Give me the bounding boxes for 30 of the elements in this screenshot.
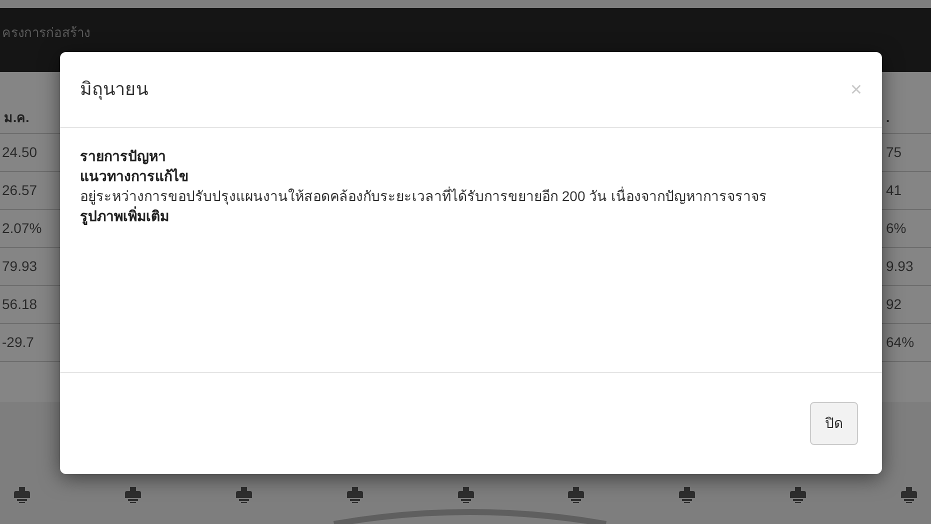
table-cell-text: 2.07% [2,219,42,238]
table-cell-text: 64% [886,333,914,352]
section-heading: รูปภาพเพิ่มเติม [80,206,170,226]
printer-icon[interactable] [236,486,252,504]
table-cell-text: 79.93 [2,257,38,276]
table-cell-text: 24.50 [2,143,38,162]
section-text: อยู่ระหว่างการขอปรับปรุงแผนงานให้สอดคล้องกับระยะเวลาที่ได้รับการขยายอีก 200 วัน เนื่องจากปัญหาการจราจร [80,186,768,206]
table-cell-text: 92 [886,295,902,314]
table-cell-text: -29.7 [2,333,34,352]
printer-icon[interactable] [679,486,696,504]
column-heading: . [886,108,890,126]
printer-icon[interactable] [790,486,806,504]
printer-icon[interactable] [14,486,30,504]
table-cell-text: 9.93 [886,257,914,276]
header-title: ครงการก่อสร้าง [2,24,90,42]
modal-title: มิถุนายน [80,78,148,102]
table-cell-text: 41 [886,181,902,200]
table-cell-text: 75 [886,143,902,162]
printer-icon[interactable] [568,486,584,504]
close-modal-button[interactable]: ปิด [810,402,858,445]
printer-icon[interactable] [458,486,474,504]
section-heading: แนวทางการแก้ไข [80,167,190,186]
table-cell-text: 26.57 [2,181,38,200]
table-cell-text: 56.18 [2,295,38,314]
column-heading: ม.ค. [4,108,30,126]
printer-icon[interactable] [346,486,363,504]
printer-icon[interactable] [901,486,917,504]
table-cell-text: 6% [886,219,906,238]
printer-icon[interactable] [124,486,141,504]
section-heading: รายการปัญหา [80,147,167,166]
